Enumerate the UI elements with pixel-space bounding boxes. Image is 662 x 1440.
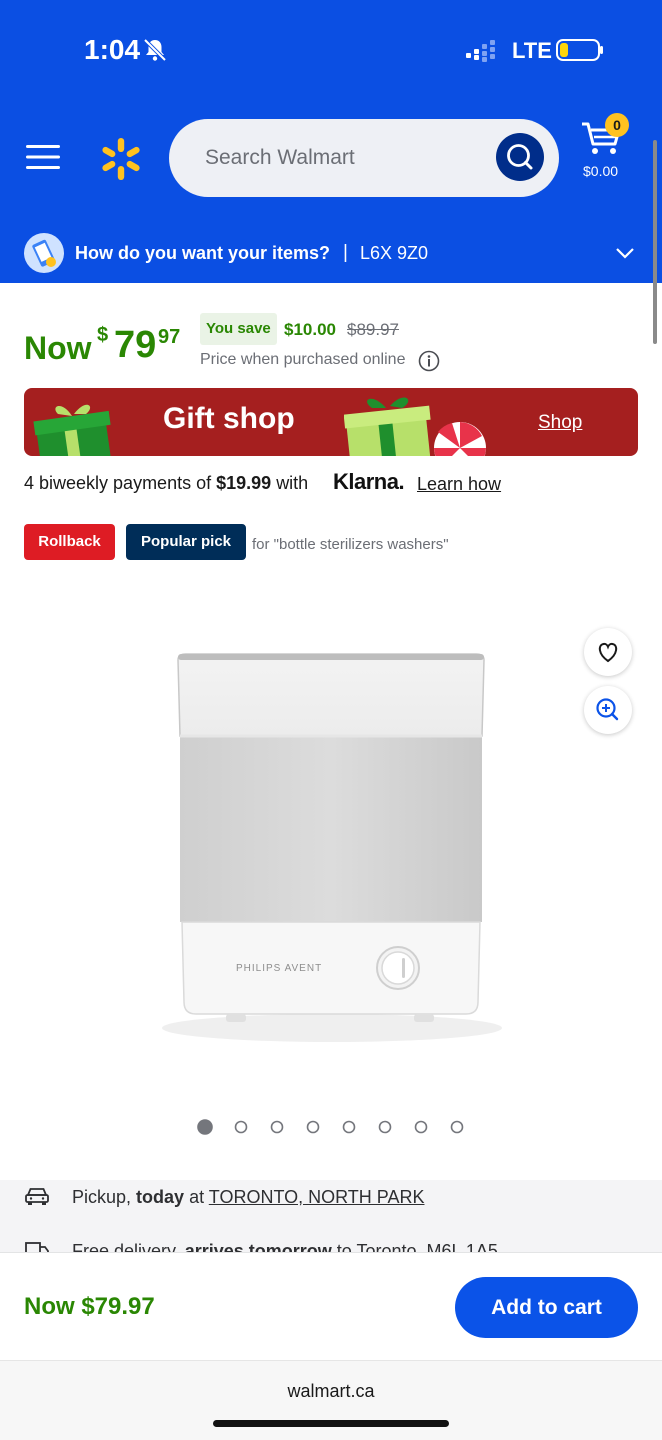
menu-icon[interactable] (26, 143, 60, 171)
gift-shop-title: Gift shop (163, 402, 295, 435)
browser-bottom-bar: walmart.ca (0, 1360, 662, 1440)
carousel-dot[interactable] (342, 1120, 356, 1134)
gift-box-icon (344, 397, 431, 456)
product-brand-text: PHILIPS AVENT (236, 963, 322, 974)
delivery-prefix: Free delivery, (72, 1241, 180, 1252)
gift-shop-link[interactable]: Shop (538, 412, 582, 434)
zoom-button[interactable] (584, 686, 632, 734)
candy-icon (434, 422, 486, 456)
delivery-info: Free delivery, arrives tomorrow to Toron… (72, 1241, 498, 1252)
was-price: $89.97 (347, 320, 399, 339)
zoom-in-icon (596, 698, 619, 721)
bell-muted-icon (143, 38, 167, 62)
price-dollars: 79 (114, 324, 157, 366)
gift-box-icon (33, 404, 112, 456)
carousel-dot[interactable] (234, 1120, 248, 1134)
carousel-dot[interactable] (450, 1120, 464, 1134)
pickup-info: Pickup, today at TORONTO, NORTH PARK (72, 1187, 424, 1208)
cart-total: $0.00 (583, 163, 619, 179)
klarna-payment-text: 4 biweekly payments of $19.99 with (24, 473, 308, 494)
home-indicator[interactable] (213, 1420, 449, 1427)
delivery-postal-code: L6X 9Z0 (360, 243, 429, 263)
signal-icon (466, 40, 495, 62)
fulfillment-options: Pickup, today at TORONTO, NORTH PARK Fre… (0, 1180, 662, 1252)
rollback-badge: Rollback (24, 524, 115, 560)
klarna-amount: $19.99 (216, 473, 272, 493)
pickup-store-link[interactable]: TORONTO, NORTH PARK (209, 1187, 425, 1207)
carousel-dot[interactable] (306, 1120, 320, 1134)
carousel-dot[interactable] (378, 1120, 392, 1134)
battery-icon (556, 39, 603, 61)
search-placeholder: Search Walmart (205, 146, 355, 169)
cart-bar-price: Now $79.97 (24, 1293, 155, 1320)
search-button[interactable] (496, 133, 544, 181)
klarna-logo: Klarna. (333, 469, 405, 494)
delivery-destination: to Toronto, M6L 1A5 (336, 1241, 498, 1252)
favorite-button[interactable] (584, 628, 632, 676)
status-time: 1:04 (84, 34, 141, 65)
network-type: LTE (512, 38, 552, 63)
delivery-when: arrives tomorrow (184, 1241, 332, 1252)
app-header: 1:04 LTE Search Walmart 0 $0.00 How do y… (0, 0, 662, 283)
carousel-indicator[interactable] (196, 1118, 476, 1136)
carousel-dot[interactable] (414, 1120, 428, 1134)
cart-count-badge: 0 (605, 113, 629, 137)
klarna-with: with (276, 473, 309, 493)
delivery-location-bar[interactable]: How do you want your items? | L6X 9Z0 (0, 223, 662, 283)
search-input[interactable]: Search Walmart (169, 119, 559, 197)
product-image[interactable]: PHILIPS AVENT (160, 640, 520, 1050)
chevron-down-icon[interactable] (614, 244, 636, 262)
you-save-badge: You save (200, 313, 277, 345)
learn-how-link[interactable]: Learn how (417, 474, 501, 495)
info-icon[interactable] (418, 350, 440, 372)
pickup-prefix: Pickup, (72, 1187, 132, 1207)
carousel-dot[interactable] (197, 1119, 213, 1135)
klarna-prefix: 4 biweekly payments of (24, 473, 212, 493)
search-icon (507, 144, 533, 170)
price-now-label: Now (24, 330, 92, 366)
gift-shop-banner[interactable]: Gift shop Shop (24, 388, 638, 456)
delivery-phone-icon (24, 233, 64, 273)
pickup-when: today (136, 1187, 185, 1207)
price-online-note: Price when purchased online (200, 351, 406, 368)
url-bar[interactable]: walmart.ca (0, 1381, 662, 1402)
popular-pick-context: for "bottle sterilizers washers" (252, 536, 449, 553)
carousel-dot[interactable] (270, 1120, 284, 1134)
pickup-at: at (189, 1187, 205, 1207)
delivery-separator: | (343, 242, 348, 263)
popular-pick-badge: Popular pick (126, 524, 246, 560)
price-currency: $ (97, 324, 109, 346)
add-to-cart-bar: Now $79.97 Add to cart (0, 1252, 662, 1360)
save-amount: $10.00 (284, 320, 336, 339)
delivery-question: How do you want your items? (75, 243, 331, 263)
add-to-cart-button[interactable]: Add to cart (455, 1277, 638, 1338)
price-cents: 97 (158, 326, 181, 348)
heart-icon (598, 642, 618, 663)
delivery-truck-icon (25, 1242, 49, 1252)
car-pickup-icon (25, 1188, 49, 1205)
page-scrollbar[interactable] (653, 140, 657, 344)
walmart-spark-logo-icon[interactable] (98, 136, 144, 182)
